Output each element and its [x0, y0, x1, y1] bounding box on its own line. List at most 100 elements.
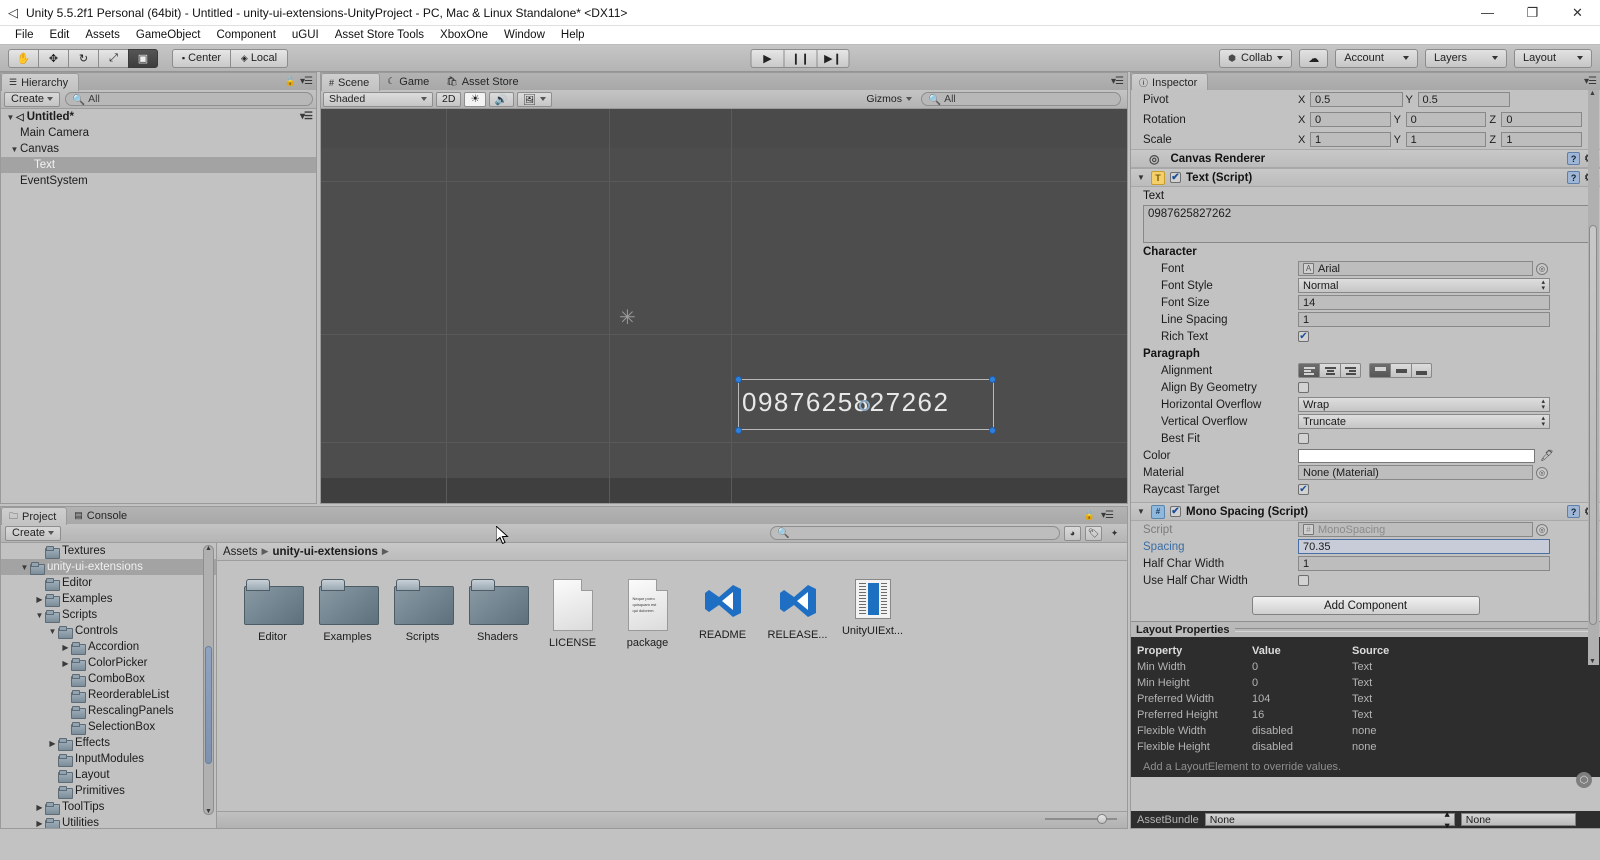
- asset-zoom-slider[interactable]: [1045, 814, 1117, 824]
- asset-item-release[interactable]: RELEASE...: [760, 579, 835, 649]
- chevron-right-icon[interactable]: ▶: [47, 739, 58, 748]
- project-tree-item-utilities[interactable]: ▶ Utilities: [1, 815, 216, 828]
- align-bottom-icon[interactable]: [1411, 363, 1432, 378]
- font-size-input[interactable]: 14: [1298, 295, 1550, 310]
- slider-knob[interactable]: [1097, 814, 1107, 824]
- hierarchy-scene-root[interactable]: ▼ ◁ Untitled* ▾☰: [1, 109, 316, 125]
- rotation-y-input[interactable]: 0: [1405, 112, 1487, 127]
- account-button[interactable]: Account: [1335, 48, 1418, 68]
- scene-panel-menu-icon[interactable]: ▾☰: [1111, 76, 1124, 87]
- favorites-icon[interactable]: ✦: [1106, 526, 1123, 541]
- play-button[interactable]: ▶: [750, 48, 784, 68]
- project-tree-scrollbar[interactable]: ▲ ▼: [203, 545, 214, 815]
- inspector-scrollbar-thumb[interactable]: [1589, 225, 1597, 625]
- tab-game[interactable]: ☾ Game: [380, 73, 439, 90]
- project-panel-menu-icon[interactable]: ▾☰: [1101, 510, 1114, 521]
- chevron-right-icon[interactable]: ▶: [34, 803, 45, 812]
- scale-tool-icon[interactable]: ⤢: [98, 48, 128, 68]
- project-tree-item-layout[interactable]: Layout: [1, 767, 216, 783]
- material-object-field[interactable]: None (Material): [1298, 465, 1533, 480]
- help-icon[interactable]: ?: [1567, 152, 1581, 165]
- material-picker-button[interactable]: ◎: [1536, 466, 1548, 479]
- pivot-x-input[interactable]: 0.5: [1310, 92, 1403, 107]
- scene-viewport[interactable]: ✳ 0987625827262: [321, 109, 1127, 503]
- pivot-y-input[interactable]: 0.5: [1417, 92, 1510, 107]
- hierarchy-panel-menu-icon[interactable]: ▾☰: [300, 76, 313, 87]
- menu-ugui[interactable]: uGUI: [284, 26, 327, 45]
- project-tree-item-colorpicker[interactable]: ▶ ColorPicker: [1, 655, 216, 671]
- move-tool-icon[interactable]: ✥: [38, 48, 68, 68]
- resize-handle-tl[interactable]: [735, 376, 742, 383]
- align-top-icon[interactable]: [1369, 363, 1390, 378]
- project-create-button[interactable]: Create: [5, 525, 62, 541]
- project-tree-item-combobox[interactable]: ComboBox: [1, 671, 216, 687]
- chevron-down-icon[interactable]: ▼: [34, 611, 45, 620]
- text-color-swatch[interactable]: [1298, 448, 1535, 463]
- project-tree-item-examples[interactable]: ▶ Examples: [1, 591, 216, 607]
- scene-text-object[interactable]: 0987625827262: [742, 387, 949, 418]
- rotation-z-input[interactable]: 0: [1501, 112, 1583, 127]
- chevron-down-icon[interactable]: ▼: [9, 145, 20, 154]
- breadcrumb-current[interactable]: unity-ui-extensions: [272, 546, 377, 558]
- tab-inspector[interactable]: ⓘ Inspector: [1131, 73, 1209, 91]
- filter-by-label-icon[interactable]: 🏷: [1085, 525, 1102, 541]
- rotation-x-input[interactable]: 0: [1310, 112, 1391, 127]
- chevron-down-icon[interactable]: ▼: [5, 113, 16, 122]
- project-tree-item-editor[interactable]: Editor: [1, 575, 216, 591]
- rich-text-checkbox[interactable]: [1298, 331, 1309, 342]
- toggle-2d-button[interactable]: 2D: [436, 91, 462, 107]
- menu-assets[interactable]: Assets: [77, 26, 128, 45]
- cloud-button[interactable]: ☁: [1299, 48, 1329, 68]
- assetbundle-variant-dropdown[interactable]: None: [1460, 813, 1576, 826]
- menu-window[interactable]: Window: [496, 26, 553, 45]
- help-icon[interactable]: ?: [1567, 171, 1581, 184]
- scene-audio-toggle[interactable]: 🔊: [488, 91, 514, 107]
- hierarchy-create-button[interactable]: Create: [4, 91, 61, 107]
- align-right-icon[interactable]: [1340, 363, 1361, 378]
- asset-item-shaders[interactable]: Shaders: [460, 579, 535, 649]
- asset-item-license[interactable]: LICENSE: [535, 579, 610, 649]
- chevron-down-icon[interactable]: ▼: [1137, 173, 1146, 182]
- step-button[interactable]: ▶❙: [816, 48, 850, 68]
- chevron-down-icon[interactable]: ▼: [47, 627, 58, 636]
- minimize-button[interactable]: —: [1465, 0, 1510, 26]
- asset-item-readme[interactable]: README: [685, 579, 760, 649]
- align-left-icon[interactable]: [1298, 363, 1319, 378]
- hierarchy-search-input[interactable]: 🔍 All: [65, 92, 313, 106]
- tab-console[interactable]: ▤ Console: [67, 507, 137, 524]
- align-by-geometry-checkbox[interactable]: [1298, 382, 1309, 393]
- project-tree-item-reorderablelist[interactable]: ReorderableList: [1, 687, 216, 703]
- font-style-dropdown[interactable]: Normal ▴ ▾: [1298, 278, 1550, 293]
- chevron-down-icon[interactable]: ▼: [19, 563, 30, 572]
- hand-tool-icon[interactable]: ✋: [8, 48, 38, 68]
- raycast-target-checkbox[interactable]: [1298, 484, 1309, 495]
- component-header-canvas-renderer[interactable]: ◎ Canvas Renderer ? ⚙: [1131, 149, 1600, 168]
- rotate-tool-icon[interactable]: ↻: [68, 48, 98, 68]
- project-tree-item-textures[interactable]: Textures: [1, 543, 216, 559]
- scene-context-menu-icon[interactable]: ▾☰: [300, 111, 313, 122]
- menu-file[interactable]: File: [7, 26, 42, 45]
- font-picker-button[interactable]: ◎: [1536, 262, 1548, 275]
- chevron-down-icon[interactable]: ▼: [1137, 507, 1146, 516]
- menu-component[interactable]: Component: [208, 26, 283, 45]
- hierarchy-item-text[interactable]: Text: [1, 157, 316, 173]
- draw-mode-dropdown[interactable]: Shaded: [323, 91, 433, 107]
- layers-button[interactable]: Layers: [1424, 48, 1507, 68]
- line-spacing-input[interactable]: 1: [1298, 312, 1550, 327]
- best-fit-checkbox[interactable]: [1298, 433, 1309, 444]
- mono-spacing-enabled-checkbox[interactable]: [1170, 506, 1181, 517]
- scale-x-input[interactable]: 1: [1310, 132, 1391, 147]
- layout-button[interactable]: Layout: [1513, 48, 1592, 68]
- project-tree-item-accordion[interactable]: ▶ Accordion: [1, 639, 216, 655]
- maximize-button[interactable]: ❐: [1510, 0, 1555, 26]
- menu-asset-store-tools[interactable]: Asset Store Tools: [327, 26, 432, 45]
- help-icon[interactable]: ?: [1567, 505, 1581, 518]
- component-header-text[interactable]: ▼ T Text (Script) ? ⚙: [1131, 168, 1600, 187]
- gizmos-dropdown[interactable]: Gizmos: [861, 92, 917, 107]
- tab-scene[interactable]: # Scene: [321, 73, 381, 91]
- filter-by-type-icon[interactable]: ◕: [1064, 525, 1081, 541]
- chevron-right-icon[interactable]: ▶: [60, 659, 71, 668]
- tab-project[interactable]: 🗀 Project: [1, 507, 68, 525]
- scale-y-input[interactable]: 1: [1405, 132, 1487, 147]
- chevron-right-icon[interactable]: ▶: [34, 595, 45, 604]
